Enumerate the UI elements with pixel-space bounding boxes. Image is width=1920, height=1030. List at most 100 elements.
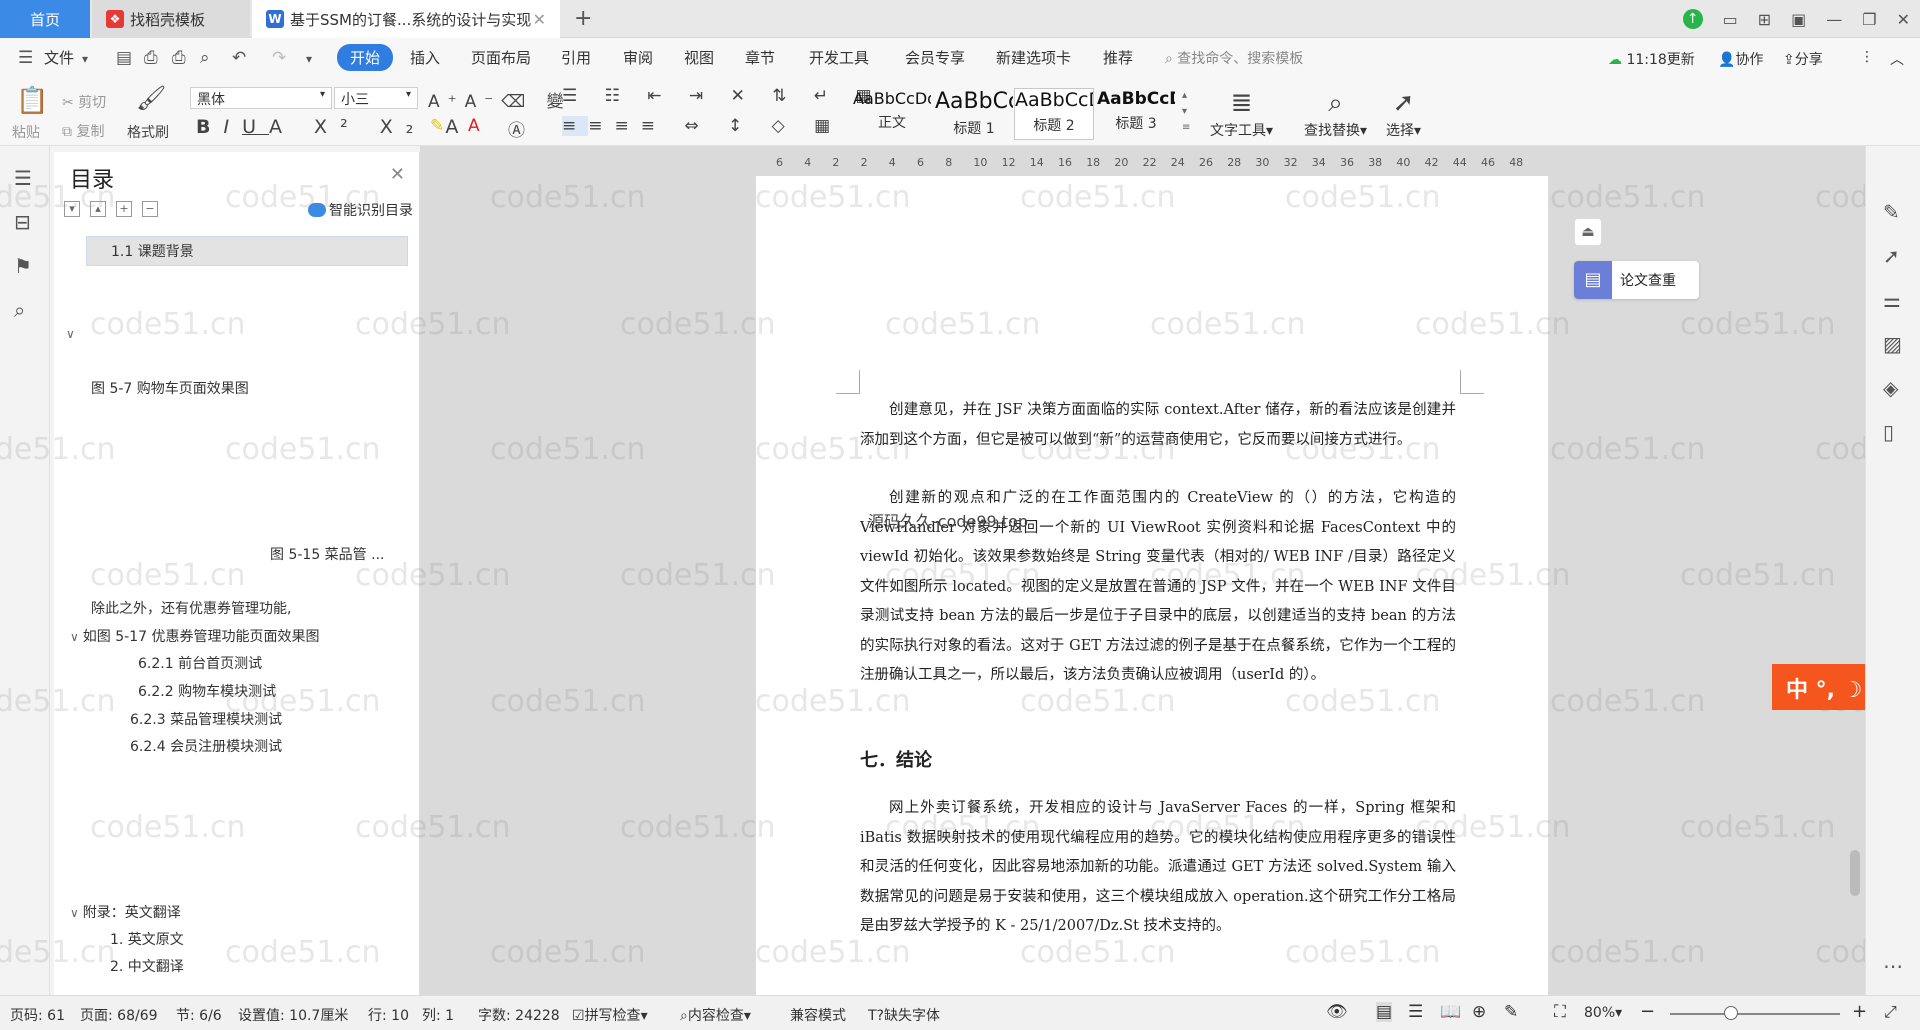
upgrade-icon[interactable]: ↑ <box>1682 9 1703 29</box>
style-scroll-icon[interactable]: ▴ ▾ ≡ <box>1182 88 1190 136</box>
tab-template[interactable]: ❖ 找稻壳模板 <box>92 0 250 38</box>
align-icons[interactable]: ≡≡≡≡ ⇔ ↕ ◇ ▦ <box>562 116 842 136</box>
plagiarism-check-button[interactable]: ▤ 论文查重 <box>1574 261 1699 299</box>
body-paragraph[interactable]: 创建意见，并在 JSF 决策方面面临的实际 context.After 储存，新… <box>860 396 1456 455</box>
menu-insert[interactable]: 插入 <box>410 47 440 68</box>
section-indicator[interactable]: 节: 6/6 <box>176 1005 222 1025</box>
vertical-scrollbar[interactable] <box>1848 160 1862 990</box>
close-tab-icon[interactable]: ✕ <box>533 10 546 29</box>
document-page[interactable]: 创建意见，并在 JSF 决策方面面临的实际 context.After 储存，新… <box>756 258 1548 995</box>
find-replace-button[interactable]: ⌕ 查找替换▾ <box>1304 86 1367 140</box>
body-paragraph[interactable]: 网上外卖订餐系统，开发相应的设计与 JavaServer Faces 的一样，S… <box>860 794 1456 942</box>
toc-item[interactable]: 1. 英文原文 <box>110 929 184 949</box>
zoom-slider-handle[interactable] <box>1724 1006 1738 1020</box>
bookmark-icon[interactable]: ⚑ <box>14 254 32 278</box>
toc-item[interactable]: 除此之外，还有优惠券管理功能, <box>91 598 291 618</box>
toc-item[interactable]: 6.2.1 前台首页测试 <box>138 653 262 673</box>
share-button[interactable]: ⇪分享 <box>1783 49 1823 69</box>
grid-icon[interactable]: ⊞ <box>1758 10 1771 29</box>
tab-home[interactable]: 首页 <box>0 0 90 38</box>
fullscreen-icon[interactable]: ⤢ <box>1884 1002 1897 1022</box>
menu-review[interactable]: 审阅 <box>623 47 653 68</box>
font-name-select[interactable]: 黑体 ▾ <box>190 87 332 109</box>
section-heading[interactable]: 七．结论 <box>860 746 932 772</box>
cloud-sync[interactable]: ☁ 11:18更新 <box>1608 49 1695 69</box>
save-icon[interactable]: ▤ <box>116 48 132 68</box>
smart-toc-button[interactable]: 智能识别目录 <box>308 200 413 220</box>
style-heading1[interactable]: AaBbCc 标题 1 <box>934 88 1014 140</box>
highlight-icon[interactable]: ✎ <box>430 116 444 136</box>
brush-icon[interactable]: 🖌 <box>136 84 166 112</box>
word-count[interactable]: 字数: 24228 <box>478 1005 560 1025</box>
font-size-select[interactable]: 小三 ▾ <box>334 87 418 109</box>
select-button[interactable]: ➚ 选择▾ <box>1386 86 1421 140</box>
font-size-tools[interactable]: A⁺A⁻⌫ 變 <box>428 87 572 112</box>
menu-view[interactable]: 视图 <box>684 47 714 68</box>
close-icon[interactable]: ✕ <box>390 164 405 185</box>
paste-icon[interactable]: 📋 <box>16 86 48 116</box>
add-icon[interactable]: + <box>116 201 132 217</box>
toc-item[interactable]: 6.2.3 菜品管理模块测试 <box>130 709 282 729</box>
font-color-icon[interactable]: A <box>468 116 480 136</box>
toc-caret-icon[interactable]: ∨ <box>66 326 79 342</box>
toc-item[interactable]: 2. 中文翻译 <box>110 956 184 976</box>
copy-button[interactable]: ⧉ 复制 <box>62 121 104 141</box>
style-normal[interactable]: AaBbCcDd 正文 <box>852 88 932 140</box>
style-heading3[interactable]: AaBbCcD 标题 3 <box>1096 88 1176 140</box>
settings-slider-icon[interactable]: ⚌ <box>1883 288 1901 312</box>
tab-document[interactable]: W 基于SSM的订餐...系统的设计与实现 ✕ <box>252 0 560 38</box>
format-painter-button[interactable]: 格式刷 <box>127 122 169 142</box>
zoom-slider[interactable] <box>1670 1013 1840 1015</box>
horizontal-ruler[interactable]: 6 4 2 2 4 6 8 10 12 14 16 18 20 22 24 26 28 30 32 34 36 38 40 4… <box>420 154 1865 172</box>
outline-view-icon[interactable]: ☰ <box>1408 1002 1423 1022</box>
toc-item[interactable]: 图 5-7 购物车页面效果图 <box>91 378 249 398</box>
char-border-icon[interactable]: Ⓐ <box>508 116 525 141</box>
minimize-icon[interactable]: — <box>1826 10 1842 29</box>
more-icon[interactable]: ▾ <box>306 52 312 66</box>
avatar-icon[interactable]: ▣ <box>1791 10 1806 29</box>
pen-icon[interactable]: ✎ <box>1883 200 1900 224</box>
toc-item[interactable]: 1.1 课题背景 <box>86 236 408 266</box>
page-view-icon[interactable]: ▤ <box>1376 1002 1393 1022</box>
row-indicator[interactable]: 行: 10 <box>368 1005 409 1025</box>
page-count[interactable]: 页面: 68/69 <box>80 1005 158 1025</box>
paragraph-list-icons[interactable]: ☰ ☷ ⇤ ⇥ ✕ ⇅ ↵ ▦ <box>562 86 883 106</box>
toc-panel-icon[interactable]: ☰ <box>14 166 32 190</box>
content-check-button[interactable]: ⌕内容检查▾ <box>680 1005 751 1025</box>
navigation-icon[interactable]: ⊟ <box>14 210 31 234</box>
file-menu[interactable]: 文件 <box>44 47 74 68</box>
toc-item[interactable]: ∨ 如图 5-17 优惠券管理功能页面效果图 <box>70 626 319 646</box>
toc-item[interactable]: 6.2.2 购物车模块测试 <box>138 681 276 701</box>
remove-icon[interactable]: − <box>142 201 158 217</box>
compass-icon[interactable]: ◈ <box>1883 376 1898 400</box>
eye-protection-icon[interactable]: 👁 <box>1326 1002 1348 1022</box>
export-pdf-icon[interactable]: ⎙ <box>144 48 158 68</box>
toc-item[interactable]: 6.2.4 会员注册模块测试 <box>130 736 282 756</box>
scrollbar-thumb[interactable] <box>1850 850 1860 896</box>
collab-button[interactable]: 👤协作 <box>1718 49 1763 69</box>
print-icon[interactable]: ⎙ <box>172 48 186 68</box>
menu-reference[interactable]: 引用 <box>561 47 591 68</box>
column-indicator[interactable]: 列: 1 <box>422 1005 454 1025</box>
missing-font-button[interactable]: T?缺失字体 <box>868 1005 940 1025</box>
text-tools-button[interactable]: ≣ 文字工具▾ <box>1210 86 1273 140</box>
menu-home[interactable]: 开始 <box>337 44 394 71</box>
menu-layout[interactable]: 页面布局 <box>471 47 531 68</box>
search-icon[interactable]: ⌕ <box>14 298 25 322</box>
redo-icon[interactable]: ↷ <box>272 48 286 68</box>
menu-member[interactable]: 会员专享 <box>905 47 965 68</box>
menu-developer[interactable]: 开发工具 <box>809 47 869 68</box>
toc-item[interactable]: ∨ 附录：英文翻译 <box>70 902 181 922</box>
spell-check-button[interactable]: ☑拼写检查▾ <box>572 1005 648 1025</box>
pointer-icon[interactable]: ➚ <box>1883 244 1900 268</box>
page-code[interactable]: 页码: 61 <box>10 1005 65 1025</box>
style-heading2[interactable]: AaBbCcD 标题 2 <box>1014 88 1094 140</box>
expand-icon[interactable]: ▾ <box>64 201 80 217</box>
menu-chapter[interactable]: 章节 <box>745 47 775 68</box>
collapse-up-icon[interactable]: ⏏ <box>1574 218 1602 246</box>
restore-icon[interactable]: ❐ <box>1862 10 1876 29</box>
pen-mode-icon[interactable]: ✎ <box>1504 1002 1518 1022</box>
search-command[interactable]: ⌕ 查找命令、搜索模板 <box>1165 48 1303 68</box>
hamburger-icon[interactable]: ☰ <box>18 48 33 68</box>
cut-button[interactable]: ✂ 剪切 <box>62 92 106 112</box>
